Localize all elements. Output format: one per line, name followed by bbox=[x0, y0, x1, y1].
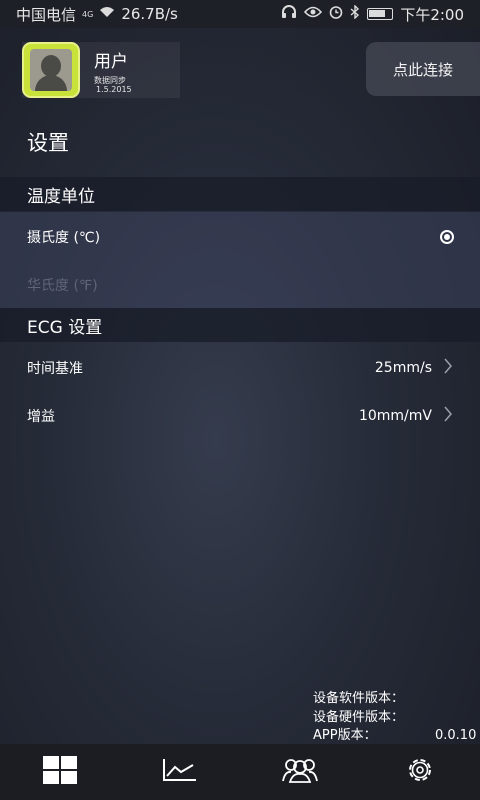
group-tab[interactable] bbox=[270, 744, 330, 800]
line-chart-icon bbox=[163, 758, 197, 786]
connect-button[interactable]: 点此连接 bbox=[366, 42, 480, 96]
temperature-unit-header: 温度单位 bbox=[0, 177, 480, 211]
dashboard-tab[interactable] bbox=[30, 744, 90, 800]
wifi-icon bbox=[99, 6, 115, 22]
fahrenheit-label: 华氏度 (℉) bbox=[27, 278, 98, 294]
app-version-label: APP版本： bbox=[313, 728, 377, 743]
gain-label: 增益 bbox=[27, 409, 55, 425]
settings-tab[interactable] bbox=[390, 744, 450, 800]
user-name: 用户 bbox=[94, 51, 128, 72]
chart-tab[interactable] bbox=[150, 744, 210, 800]
avatar[interactable] bbox=[22, 42, 80, 98]
app-version-value: 0.0.10 bbox=[435, 728, 477, 743]
user-profile[interactable]: 用户 数据同步 1.5.2015 bbox=[22, 42, 180, 98]
gear-icon bbox=[405, 755, 435, 789]
time-base-label: 时间基准 bbox=[27, 361, 83, 377]
fahrenheit-option[interactable]: 华氏度 (℉) bbox=[0, 262, 480, 308]
headphones-icon bbox=[281, 5, 297, 23]
celsius-option[interactable]: 摄氏度 (℃) bbox=[0, 212, 480, 262]
eye-icon bbox=[304, 6, 323, 22]
battery-icon bbox=[367, 8, 394, 20]
grid-icon bbox=[43, 756, 77, 788]
app-version-row: APP版本： 0.0.10 bbox=[313, 727, 476, 746]
sync-date: 1.5.2015 bbox=[96, 84, 132, 94]
hardware-version-row: 设备硬件版本： bbox=[313, 709, 405, 725]
version-info: 设备软件版本： 设备硬件版本： APP版本： 0.0.10 bbox=[313, 690, 476, 746]
status-bar: 中国电信 4G 26.7B/s 下午2:00 bbox=[0, 0, 480, 28]
user-silhouette-icon bbox=[30, 49, 72, 91]
chevron-right-icon bbox=[444, 358, 454, 379]
users-icon bbox=[281, 757, 319, 787]
network-speed: 26.7B/s bbox=[121, 5, 178, 23]
gain-value: 10mm/mV bbox=[358, 408, 432, 424]
software-version-row: 设备软件版本： bbox=[313, 691, 405, 706]
time-base-value: 25mm/s bbox=[374, 360, 432, 376]
chevron-right-icon bbox=[444, 406, 454, 427]
ecg-settings-header: ECG 设置 bbox=[0, 308, 480, 342]
carrier-label: 中国电信 bbox=[16, 5, 77, 24]
page-title: 设置 bbox=[27, 131, 69, 155]
network-type-label: 4G bbox=[82, 9, 94, 19]
time-base-row[interactable]: 时间基准 25mm/s bbox=[0, 344, 480, 392]
celsius-radio[interactable] bbox=[440, 230, 454, 244]
bottom-tab-bar bbox=[0, 744, 480, 800]
gain-row[interactable]: 增益 10mm/mV bbox=[0, 392, 480, 440]
clock-time: 下午2:00 bbox=[400, 5, 464, 24]
bluetooth-icon bbox=[350, 4, 360, 23]
alarm-icon bbox=[329, 5, 343, 23]
celsius-label: 摄氏度 (℃) bbox=[27, 230, 101, 246]
sync-label: 数据同步 bbox=[94, 75, 126, 85]
